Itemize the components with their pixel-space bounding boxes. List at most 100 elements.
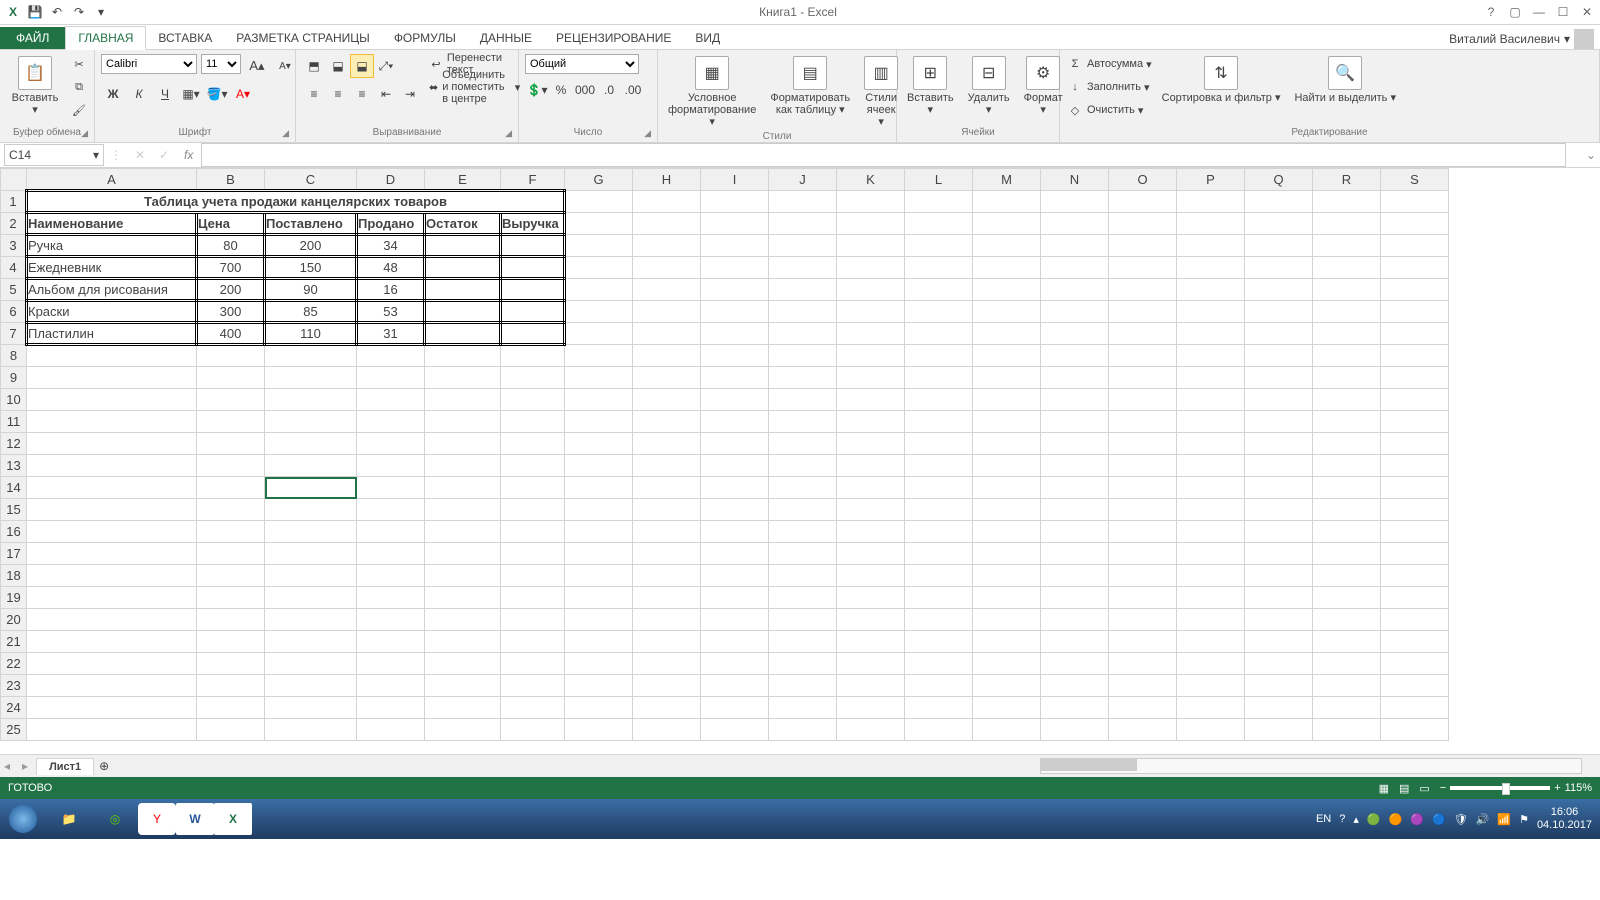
cell-P14[interactable]: [1177, 477, 1245, 499]
cell-O16[interactable]: [1109, 521, 1177, 543]
cell-K10[interactable]: [837, 389, 905, 411]
fill-color-button[interactable]: 🪣▾: [205, 82, 229, 106]
cell-D12[interactable]: [357, 433, 425, 455]
cell-B9[interactable]: [197, 367, 265, 389]
cell-K22[interactable]: [837, 653, 905, 675]
cell-G9[interactable]: [565, 367, 633, 389]
cell-F18[interactable]: [501, 565, 565, 587]
cell-S4[interactable]: [1381, 257, 1449, 279]
cell-E2[interactable]: Остаток: [425, 213, 501, 235]
add-sheet-button[interactable]: ⊕: [94, 756, 114, 776]
cell-C21[interactable]: [265, 631, 357, 653]
row-header-17[interactable]: 17: [1, 543, 27, 565]
cell-M17[interactable]: [973, 543, 1041, 565]
cell-N22[interactable]: [1041, 653, 1109, 675]
enter-formula-button[interactable]: ✓: [152, 143, 176, 167]
cell-F22[interactable]: [501, 653, 565, 675]
cell-F16[interactable]: [501, 521, 565, 543]
tab-home[interactable]: ГЛАВНАЯ: [65, 26, 146, 50]
cell-B16[interactable]: [197, 521, 265, 543]
cell-H4[interactable]: [633, 257, 701, 279]
cell-P8[interactable]: [1177, 345, 1245, 367]
cell-B17[interactable]: [197, 543, 265, 565]
cell-B18[interactable]: [197, 565, 265, 587]
cell-L4[interactable]: [905, 257, 973, 279]
cell-K3[interactable]: [837, 235, 905, 257]
redo-button[interactable]: ↷: [70, 3, 88, 21]
cell-I5[interactable]: [701, 279, 769, 301]
cell-R18[interactable]: [1313, 565, 1381, 587]
cell-P10[interactable]: [1177, 389, 1245, 411]
view-layout-button[interactable]: ▤: [1399, 782, 1409, 795]
cell-F2[interactable]: Выручка: [501, 213, 565, 235]
cell-S9[interactable]: [1381, 367, 1449, 389]
cell-L11[interactable]: [905, 411, 973, 433]
border-button[interactable]: ▦▾: [179, 82, 203, 106]
cell-S22[interactable]: [1381, 653, 1449, 675]
cell-F13[interactable]: [501, 455, 565, 477]
cell-E10[interactable]: [425, 389, 501, 411]
cell-E17[interactable]: [425, 543, 501, 565]
cell-E7[interactable]: [425, 323, 501, 345]
underline-button[interactable]: Ч: [153, 82, 177, 106]
cell-A22[interactable]: [27, 653, 197, 675]
cell-O9[interactable]: [1109, 367, 1177, 389]
col-header-O[interactable]: O: [1109, 169, 1177, 191]
cell-O18[interactable]: [1109, 565, 1177, 587]
cell-R6[interactable]: [1313, 301, 1381, 323]
cell-M8[interactable]: [973, 345, 1041, 367]
cell-Q11[interactable]: [1245, 411, 1313, 433]
cell-I24[interactable]: [701, 697, 769, 719]
cell-Q18[interactable]: [1245, 565, 1313, 587]
cell-Q3[interactable]: [1245, 235, 1313, 257]
cell-N20[interactable]: [1041, 609, 1109, 631]
cell-G24[interactable]: [565, 697, 633, 719]
cell-G12[interactable]: [565, 433, 633, 455]
taskbar-browser[interactable]: Y: [138, 803, 176, 835]
cell-Q9[interactable]: [1245, 367, 1313, 389]
cell-A8[interactable]: [27, 345, 197, 367]
cell-O21[interactable]: [1109, 631, 1177, 653]
cell-I16[interactable]: [701, 521, 769, 543]
view-pagebreak-button[interactable]: ▭: [1419, 782, 1429, 795]
cell-J10[interactable]: [769, 389, 837, 411]
cell-R5[interactable]: [1313, 279, 1381, 301]
cell-O8[interactable]: [1109, 345, 1177, 367]
cell-S25[interactable]: [1381, 719, 1449, 741]
cell-B5[interactable]: 200: [197, 279, 265, 301]
cell-F21[interactable]: [501, 631, 565, 653]
tray-icon[interactable]: 🟠: [1389, 813, 1403, 826]
cell-Q14[interactable]: [1245, 477, 1313, 499]
account-menu[interactable]: ▾: [1564, 32, 1570, 46]
cell-A7[interactable]: Пластилин: [27, 323, 197, 345]
cell-Q8[interactable]: [1245, 345, 1313, 367]
col-header-L[interactable]: L: [905, 169, 973, 191]
cell-E21[interactable]: [425, 631, 501, 653]
comma-button[interactable]: 000: [573, 78, 597, 102]
cell-K7[interactable]: [837, 323, 905, 345]
cell-N11[interactable]: [1041, 411, 1109, 433]
cell-R19[interactable]: [1313, 587, 1381, 609]
cell-A17[interactable]: [27, 543, 197, 565]
cell-S23[interactable]: [1381, 675, 1449, 697]
cell-D25[interactable]: [357, 719, 425, 741]
cell-R11[interactable]: [1313, 411, 1381, 433]
cell-G23[interactable]: [565, 675, 633, 697]
cell-P4[interactable]: [1177, 257, 1245, 279]
cell-I15[interactable]: [701, 499, 769, 521]
row-header-23[interactable]: 23: [1, 675, 27, 697]
cell-E5[interactable]: [425, 279, 501, 301]
cell-S7[interactable]: [1381, 323, 1449, 345]
cell-D2[interactable]: Продано: [357, 213, 425, 235]
dec-decimal-button[interactable]: .00: [621, 78, 645, 102]
cell-K19[interactable]: [837, 587, 905, 609]
cell-A12[interactable]: [27, 433, 197, 455]
cell-H17[interactable]: [633, 543, 701, 565]
cell-M23[interactable]: [973, 675, 1041, 697]
cell-L23[interactable]: [905, 675, 973, 697]
cell-A9[interactable]: [27, 367, 197, 389]
cell-B20[interactable]: [197, 609, 265, 631]
col-header-B[interactable]: B: [197, 169, 265, 191]
cell-K16[interactable]: [837, 521, 905, 543]
cell-K8[interactable]: [837, 345, 905, 367]
